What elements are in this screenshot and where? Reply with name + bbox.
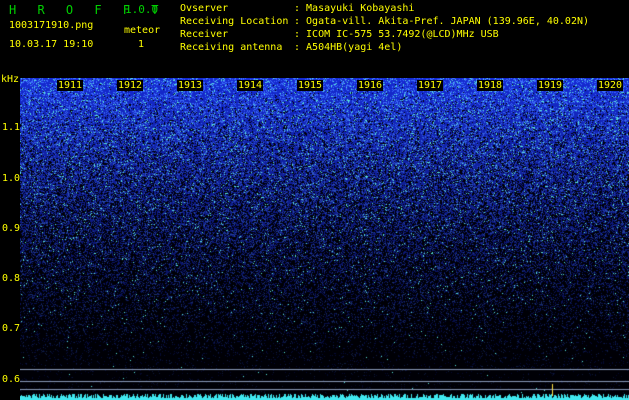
x-tick-label: 1912 <box>117 80 144 91</box>
header: H R O F F T 1.0.0 1003171910.png meteor … <box>0 0 629 78</box>
info-key: Receiving Location <box>180 16 289 27</box>
x-tick-label: 1917 <box>417 80 444 91</box>
x-tick-label: 1920 <box>597 80 624 91</box>
x-tick-label: 1914 <box>237 80 264 91</box>
y-tick-label: 1.0 <box>2 173 21 184</box>
info-key: Receiver <box>180 29 229 40</box>
x-tick-label: 1915 <box>297 80 324 91</box>
date-time: 10.03.17 19:10 <box>9 39 94 50</box>
info-value: : A504HB(yagi 4el) <box>294 42 403 53</box>
info-value: : ICOM IC-575 53.7492(@LCD)MHz USB <box>294 29 499 40</box>
meteor-label: meteor <box>124 25 161 36</box>
x-tick-label: 1913 <box>177 80 204 91</box>
y-tick-label: 1.1 <box>2 122 21 133</box>
spectrogram <box>20 78 629 400</box>
y-axis-unit: kHz <box>1 74 20 85</box>
x-tick-label: 1919 <box>537 80 564 91</box>
info-key: Receiving antenna <box>180 42 283 53</box>
y-tick-label: 0.6 <box>2 374 21 385</box>
y-tick-label: 0.9 <box>2 223 21 234</box>
meteor-count: 1 <box>138 39 145 50</box>
info-value: : Ogata-vill. Akita-Pref. JAPAN (139.96E… <box>294 16 590 27</box>
app-version: 1.0.0 <box>125 3 159 16</box>
info-key: Ovserver <box>180 3 229 14</box>
x-tick-label: 1916 <box>357 80 384 91</box>
x-tick-label: 1918 <box>477 80 504 91</box>
spectrogram-canvas <box>20 78 629 400</box>
x-tick-label: 1911 <box>57 80 84 91</box>
y-tick-label: 0.7 <box>2 323 21 334</box>
y-tick-label: 0.8 <box>2 273 21 284</box>
file-name: 1003171910.png <box>9 20 94 31</box>
info-value: : Masayuki Kobayashi <box>294 3 415 14</box>
